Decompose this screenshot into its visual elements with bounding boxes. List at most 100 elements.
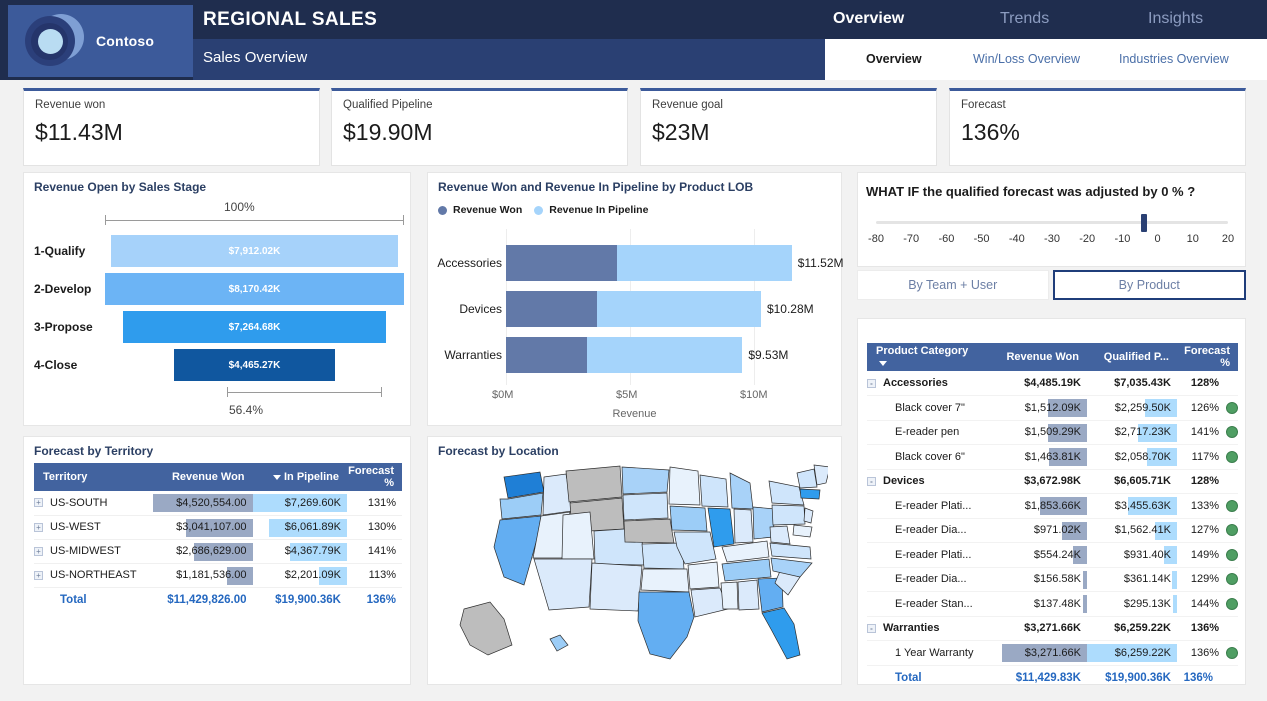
- slider-track[interactable]: [876, 221, 1228, 224]
- revenue-by-sales-stage-chart[interactable]: Revenue Open by Sales Stage 100% 1-Quali…: [23, 172, 411, 426]
- territory-name-cell[interactable]: + US-WEST: [34, 515, 153, 540]
- tab-overview[interactable]: Overview: [866, 52, 922, 66]
- collapse-icon[interactable]: -: [867, 378, 876, 388]
- col-revenue-won[interactable]: Revenue Won: [992, 343, 1087, 371]
- status-indicator-icon: [1226, 426, 1238, 439]
- state-hawaii: [549, 634, 569, 652]
- product-name-cell[interactable]: E-reader Plati...: [867, 542, 992, 568]
- by-team-user-button[interactable]: By Team + User: [857, 270, 1049, 300]
- expand-icon[interactable]: +: [34, 498, 43, 508]
- table-row[interactable]: E-reader pen $1,509.29K $2,717.23K 141%: [867, 420, 1238, 445]
- expand-icon[interactable]: +: [34, 522, 43, 532]
- collapse-icon[interactable]: -: [867, 623, 876, 633]
- kpi-card-revenue-won[interactable]: Revenue won $11.43M: [23, 88, 320, 166]
- forecast-by-territory-panel[interactable]: Forecast by Territory Territory Revenue …: [23, 436, 411, 685]
- territory-name-cell[interactable]: + US-SOUTH: [34, 491, 153, 516]
- table-row[interactable]: E-reader Dia... $156.58K $361.14K 129%: [867, 567, 1238, 592]
- chart-title: Revenue Open by Sales Stage: [34, 180, 207, 194]
- expand-icon[interactable]: +: [34, 546, 43, 556]
- col-qualified-pipeline[interactable]: Qualified P...: [1087, 343, 1177, 371]
- table-row[interactable]: Black cover 7" $1,512.09K $2,259.50K 126%: [867, 395, 1238, 421]
- funnel-bar[interactable]: $7,264.68K: [122, 311, 387, 343]
- cell-value: $3,041,107.00: [176, 521, 247, 533]
- forecast-pct-cell: 128%: [1177, 371, 1238, 396]
- bar-segment-pipeline[interactable]: [587, 337, 743, 373]
- col-forecast-pct[interactable]: Forecast %: [1177, 343, 1238, 371]
- product-name-cell[interactable]: E-reader Stan...: [867, 591, 992, 617]
- slider-thumb[interactable]: [1141, 214, 1147, 232]
- table-row[interactable]: E-reader Plati... $1,853.66K $3,455.63K 133…: [867, 493, 1238, 519]
- col-in-pipeline[interactable]: In Pipeline: [252, 463, 347, 491]
- cell-value: $2,717.23K: [1114, 426, 1171, 439]
- funnel-row[interactable]: 1-Qualify $7,912.02K: [24, 235, 410, 273]
- territory-name-cell[interactable]: + US-NORTHEAST: [34, 563, 153, 588]
- nav-insights[interactable]: Insights: [1148, 10, 1203, 28]
- cell-value: $3,271.66K: [1024, 646, 1081, 659]
- col-product-category[interactable]: Product Category: [867, 343, 992, 371]
- bar-segment-revenue-won[interactable]: [506, 291, 598, 327]
- funnel-bar[interactable]: $7,912.02K: [110, 235, 398, 267]
- by-product-button[interactable]: By Product: [1052, 270, 1246, 300]
- funnel-row[interactable]: 4-Close $4,465.27K: [24, 349, 410, 387]
- cell-value: $1,463.81K: [1024, 450, 1081, 463]
- tab-win-loss-overview[interactable]: Win/Loss Overview: [973, 52, 1080, 66]
- nav-trends[interactable]: Trends: [1000, 10, 1049, 28]
- product-name-cell[interactable]: Black cover 7": [867, 395, 992, 421]
- bar-segment-pipeline[interactable]: [597, 291, 761, 327]
- nav-overview[interactable]: Overview: [833, 10, 904, 28]
- product-name-cell[interactable]: E-reader Dia...: [867, 518, 992, 543]
- table-row[interactable]: + US-SOUTH $4,520,554.00 $7,269.60K 131%: [34, 491, 402, 516]
- revenue-by-product-lob-chart[interactable]: Revenue Won and Revenue In Pipeline by P…: [427, 172, 844, 426]
- state-indiana: [733, 508, 754, 544]
- table-row[interactable]: E-reader Stan... $137.48K $295.13K 144%: [867, 591, 1238, 617]
- funnel-bar[interactable]: $4,465.27K: [173, 349, 336, 381]
- funnel-row[interactable]: 3-Propose $7,264.68K: [24, 311, 410, 349]
- table-group-row[interactable]: - Warranties $3,271.66K $6,259.22K 136%: [867, 616, 1238, 641]
- table-row[interactable]: E-reader Dia... $971.02K $1,562.41K 127%: [867, 518, 1238, 543]
- collapse-icon[interactable]: -: [867, 476, 876, 486]
- expand-icon[interactable]: +: [34, 570, 43, 580]
- col-revenue-won[interactable]: Revenue Won: [152, 463, 253, 491]
- bar-segment-revenue-won[interactable]: [506, 245, 618, 281]
- col-forecast-pct[interactable]: Forecast %: [347, 463, 402, 491]
- what-if-slider-panel[interactable]: WHAT IF the qualified forecast was adjus…: [857, 172, 1246, 267]
- stacked-bar-row[interactable]: Warranties $9.53M: [428, 337, 841, 375]
- table-row[interactable]: Black cover 6" $1,463.81K $2,058.70K 117%: [867, 444, 1238, 470]
- product-name-cell[interactable]: - Warranties: [867, 616, 992, 641]
- col-territory[interactable]: Territory: [34, 463, 153, 491]
- us-choropleth-map[interactable]: [442, 459, 828, 677]
- table-row[interactable]: + US-NORTHEAST $1,181,536.00 $2,201.09K 113%: [34, 563, 402, 588]
- state-minnesota: [668, 466, 701, 506]
- table-group-row[interactable]: - Accessories $4,485.19K $7,035.43K 128%: [867, 371, 1238, 396]
- tab-industries-overview[interactable]: Industries Overview: [1119, 52, 1229, 66]
- state-vermont-nh: [796, 468, 818, 489]
- col-in-pipeline-label: In Pipeline: [283, 471, 339, 483]
- kpi-card-revenue-goal[interactable]: Revenue goal $23M: [640, 88, 937, 166]
- kpi-card-forecast[interactable]: Forecast 136%: [949, 88, 1246, 166]
- table-row[interactable]: 1 Year Warranty $3,271.66K $6,259.22K 136%: [867, 640, 1238, 666]
- product-name-cell[interactable]: 1 Year Warranty: [867, 640, 992, 666]
- product-name-cell[interactable]: E-reader Plati...: [867, 493, 992, 519]
- forecast-by-location-map[interactable]: Forecast by Location: [427, 436, 842, 685]
- forecast-pct-cell: 113%: [347, 563, 402, 588]
- table-row[interactable]: E-reader Plati... $554.24K $931.40K 149%: [867, 542, 1238, 568]
- territory-name-cell[interactable]: + US-MIDWEST: [34, 539, 153, 564]
- state-wisconsin: [699, 474, 729, 508]
- territory-label: US-NORTHEAST: [50, 569, 137, 581]
- kpi-card-qualified-pipeline[interactable]: Qualified Pipeline $19.90M: [331, 88, 628, 166]
- stacked-bar-row[interactable]: Accessories $11.52M: [428, 245, 844, 283]
- funnel-bar[interactable]: $8,170.42K: [105, 273, 404, 305]
- product-name-cell[interactable]: E-reader pen: [867, 420, 992, 445]
- product-category-table-panel[interactable]: Product Category Revenue Won Qualified P…: [857, 318, 1246, 685]
- product-name-cell[interactable]: - Devices: [867, 469, 992, 494]
- funnel-row[interactable]: 2-Develop $8,170.42K: [24, 273, 410, 311]
- bar-segment-revenue-won[interactable]: [506, 337, 588, 373]
- product-name-cell[interactable]: E-reader Dia...: [867, 567, 992, 592]
- bar-segment-pipeline[interactable]: [617, 245, 792, 281]
- stacked-bar-row[interactable]: Devices $10.28M: [428, 291, 841, 329]
- table-row[interactable]: + US-WEST $3,041,107.00 $6,061.89K 130%: [34, 515, 402, 540]
- product-name-cell[interactable]: - Accessories: [867, 371, 992, 396]
- table-group-row[interactable]: - Devices $3,672.98K $6,605.71K 128%: [867, 469, 1238, 494]
- table-row[interactable]: + US-MIDWEST $2,686,629.00 $4,367.79K 141%: [34, 539, 402, 564]
- product-name-cell[interactable]: Black cover 6": [867, 444, 992, 470]
